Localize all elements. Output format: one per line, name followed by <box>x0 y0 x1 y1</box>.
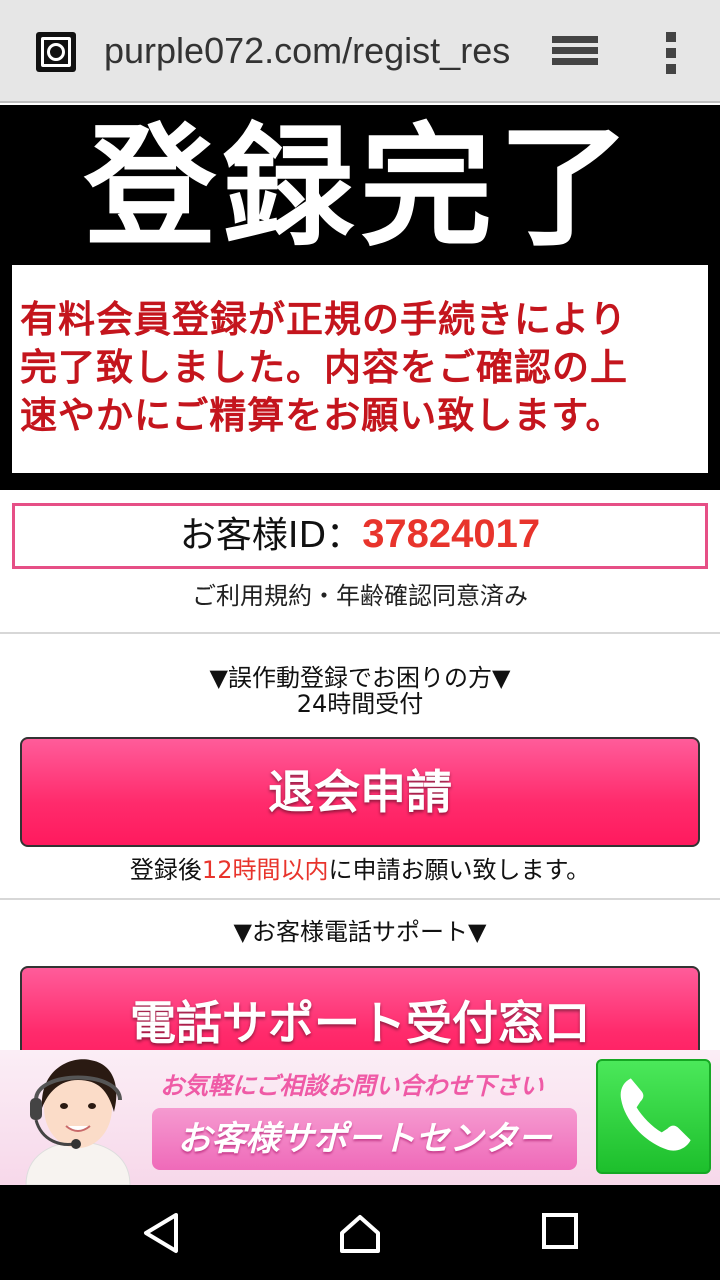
registration-complete-hero: 登録完了 有料会員登録が正規の手続きにより 完了致しました。内容をご確認の上 速… <box>0 105 720 490</box>
withdraw-note: 登録後12時間以内に申請お願い致します。 <box>0 850 720 885</box>
hero-message: 有料会員登録が正規の手続きにより 完了致しました。内容をご確認の上 速やかにご精… <box>20 295 710 439</box>
support-center-button[interactable]: お客様サポートセンター <box>152 1108 577 1170</box>
hero-message-line: 完了致しました。内容をご確認の上 <box>20 345 628 389</box>
withdraw-note-after: に申請お願い致します。 <box>328 856 591 884</box>
browser-toolbar: purple072.com/regist_res <box>0 0 720 103</box>
agreement-text: ご利用規約・年齢確認同意済み <box>192 582 528 610</box>
site-info-icon[interactable] <box>36 32 76 72</box>
phone-icon <box>620 1078 691 1151</box>
hero-message-line: 速やかにご精算をお願い致します。 <box>20 393 624 437</box>
withdraw-button[interactable]: 退会申請 <box>20 737 700 847</box>
support-banner[interactable]: お気軽にご相談お問い合わせ下さい お客様サポートセンター <box>0 1050 720 1185</box>
withdraw-note-before: 登録後 <box>129 856 202 884</box>
call-button[interactable] <box>596 1059 711 1174</box>
customer-id-box: お客様ID：37824017 <box>12 503 708 569</box>
banner-tagline: お気軽にご相談お問い合わせ下さい <box>160 1072 544 1100</box>
home-icon[interactable] <box>338 1211 382 1255</box>
back-icon[interactable] <box>140 1211 182 1255</box>
recents-icon[interactable] <box>540 1211 580 1251</box>
withdraw-note-highlight: 12時間以内 <box>201 856 329 884</box>
withdraw-section-title: ▼誤作動登録でお困りの方▼ <box>209 664 511 692</box>
overflow-menu-icon[interactable] <box>666 32 678 74</box>
customer-id-label: お客様ID： <box>179 515 363 556</box>
divider <box>0 632 720 634</box>
phone-section-title: ▼お客様電話サポート▼ <box>233 918 487 946</box>
hero-message-box: 有料会員登録が正規の手続きにより 完了致しました。内容をご確認の上 速やかにご精… <box>12 265 708 473</box>
hero-message-line: 有料会員登録が正規の手続きにより <box>20 297 628 341</box>
operator-avatar <box>25 1059 131 1185</box>
system-nav-bar <box>0 1185 720 1280</box>
withdraw-section-subtitle: 24時間受付 <box>296 690 424 718</box>
tabs-icon[interactable] <box>552 36 600 70</box>
hero-title: 登録完了 <box>84 110 636 265</box>
divider <box>0 898 720 900</box>
customer-id-value: 37824017 <box>362 512 541 556</box>
url-field[interactable]: purple072.com/regist_res <box>104 30 514 78</box>
